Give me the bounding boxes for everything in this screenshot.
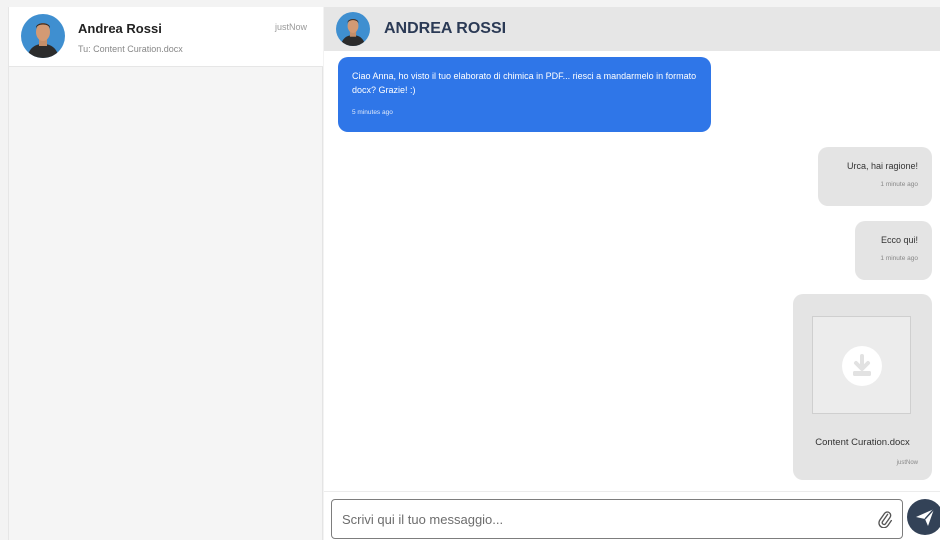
send-button[interactable] [907,499,940,535]
message-text: Ciao Anna, ho visto il tuo elaborato di … [352,71,697,95]
chat-title: ANDREA ROSSI [384,20,507,37]
message-composer [324,491,940,540]
incoming-message: Ciao Anna, ho visto il tuo elaborato di … [338,57,711,132]
message-text: Urca, hai ragione! [846,161,918,171]
chat-app: Andrea Rossi Tu: Content Curation.docx j… [0,0,940,540]
message-input[interactable] [332,500,862,538]
message-time: 1 minute ago [880,181,918,188]
paperclip-icon[interactable] [876,510,894,529]
message-time: 5 minutes ago [352,109,393,116]
message-time: 1 minute ago [880,255,918,262]
attachment-file-name: Content Curation.docx [815,437,910,448]
conversation-preview: Tu: Content Curation.docx [78,44,183,54]
message-text: Ecco qui! [880,235,918,245]
paper-plane-icon [916,508,935,526]
message-time: justNow [896,460,918,466]
outgoing-message: Ecco qui! 1 minute ago [855,221,932,280]
chat-panel: ANDREA ROSSI Ciao Anna, ho visto il tuo … [324,7,940,540]
message-input-wrapper [331,499,903,539]
outgoing-message: Urca, hai ragione! 1 minute ago [818,147,932,206]
avatar [336,12,370,46]
conversation-name: Andrea Rossi [78,21,162,36]
chat-header: ANDREA ROSSI [324,7,940,51]
file-download-button[interactable] [812,316,911,414]
avatar [21,14,65,58]
conversation-item[interactable]: Andrea Rossi Tu: Content Curation.docx j… [9,7,323,67]
attachment-message: Content Curation.docx justNow [793,294,932,480]
conversation-sidebar: Andrea Rossi Tu: Content Curation.docx j… [8,7,323,540]
conversation-time: justNow [274,22,307,32]
download-icon [842,346,882,386]
